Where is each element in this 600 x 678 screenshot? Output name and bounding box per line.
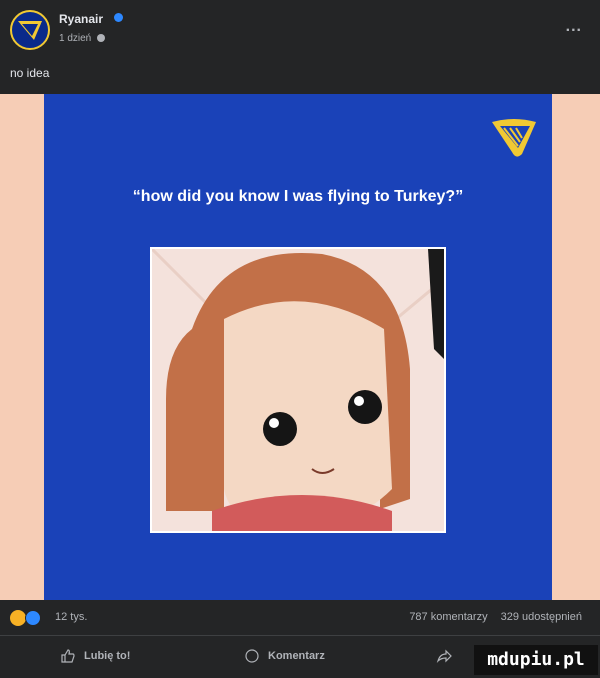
page-avatar[interactable] — [10, 10, 50, 50]
page-name[interactable]: Ryanair — [59, 12, 103, 26]
like-button[interactable]: Lubię to! — [60, 648, 130, 664]
ryanair-harp-icon — [492, 119, 536, 157]
haha-reaction-icon — [10, 610, 26, 626]
comment-label: Komentarz — [268, 650, 325, 662]
share-icon — [436, 649, 452, 664]
share-button[interactable] — [436, 648, 460, 664]
blue-panel: “how did you know I was flying to Turkey… — [44, 94, 552, 600]
post-stats: 12 tys. 787 komentarzy 329 udostępnień — [0, 600, 600, 636]
share-count[interactable]: 329 udostępnień — [501, 611, 582, 623]
comment-icon — [245, 649, 259, 663]
comment-count[interactable]: 787 komentarzy — [409, 611, 487, 623]
cartoon-character-image — [150, 247, 446, 533]
image-headline: “how did you know I was flying to Turkey… — [132, 188, 464, 205]
more-options-button[interactable]: ... — [566, 18, 582, 36]
thumbs-up-icon — [61, 649, 75, 663]
like-label: Lubię to! — [84, 650, 131, 662]
watermark-logo: mdupiu.pl — [474, 645, 598, 675]
engagement-counts: 787 komentarzy 329 udostępnień — [399, 611, 582, 623]
post-caption: no idea — [10, 66, 50, 80]
harp-logo-icon — [18, 21, 42, 40]
comment-button[interactable]: Komentarz — [244, 648, 325, 664]
verified-badge-icon — [114, 13, 123, 22]
post-image[interactable]: “how did you know I was flying to Turkey… — [0, 94, 600, 600]
globe-icon — [97, 34, 106, 43]
like-reaction-icon — [25, 610, 41, 626]
post-header: Ryanair 1 dzień ... — [0, 0, 600, 60]
post-time: 1 dzień — [59, 33, 106, 44]
reaction-count[interactable]: 12 tys. — [55, 611, 87, 623]
time-label[interactable]: 1 dzień — [59, 33, 91, 44]
